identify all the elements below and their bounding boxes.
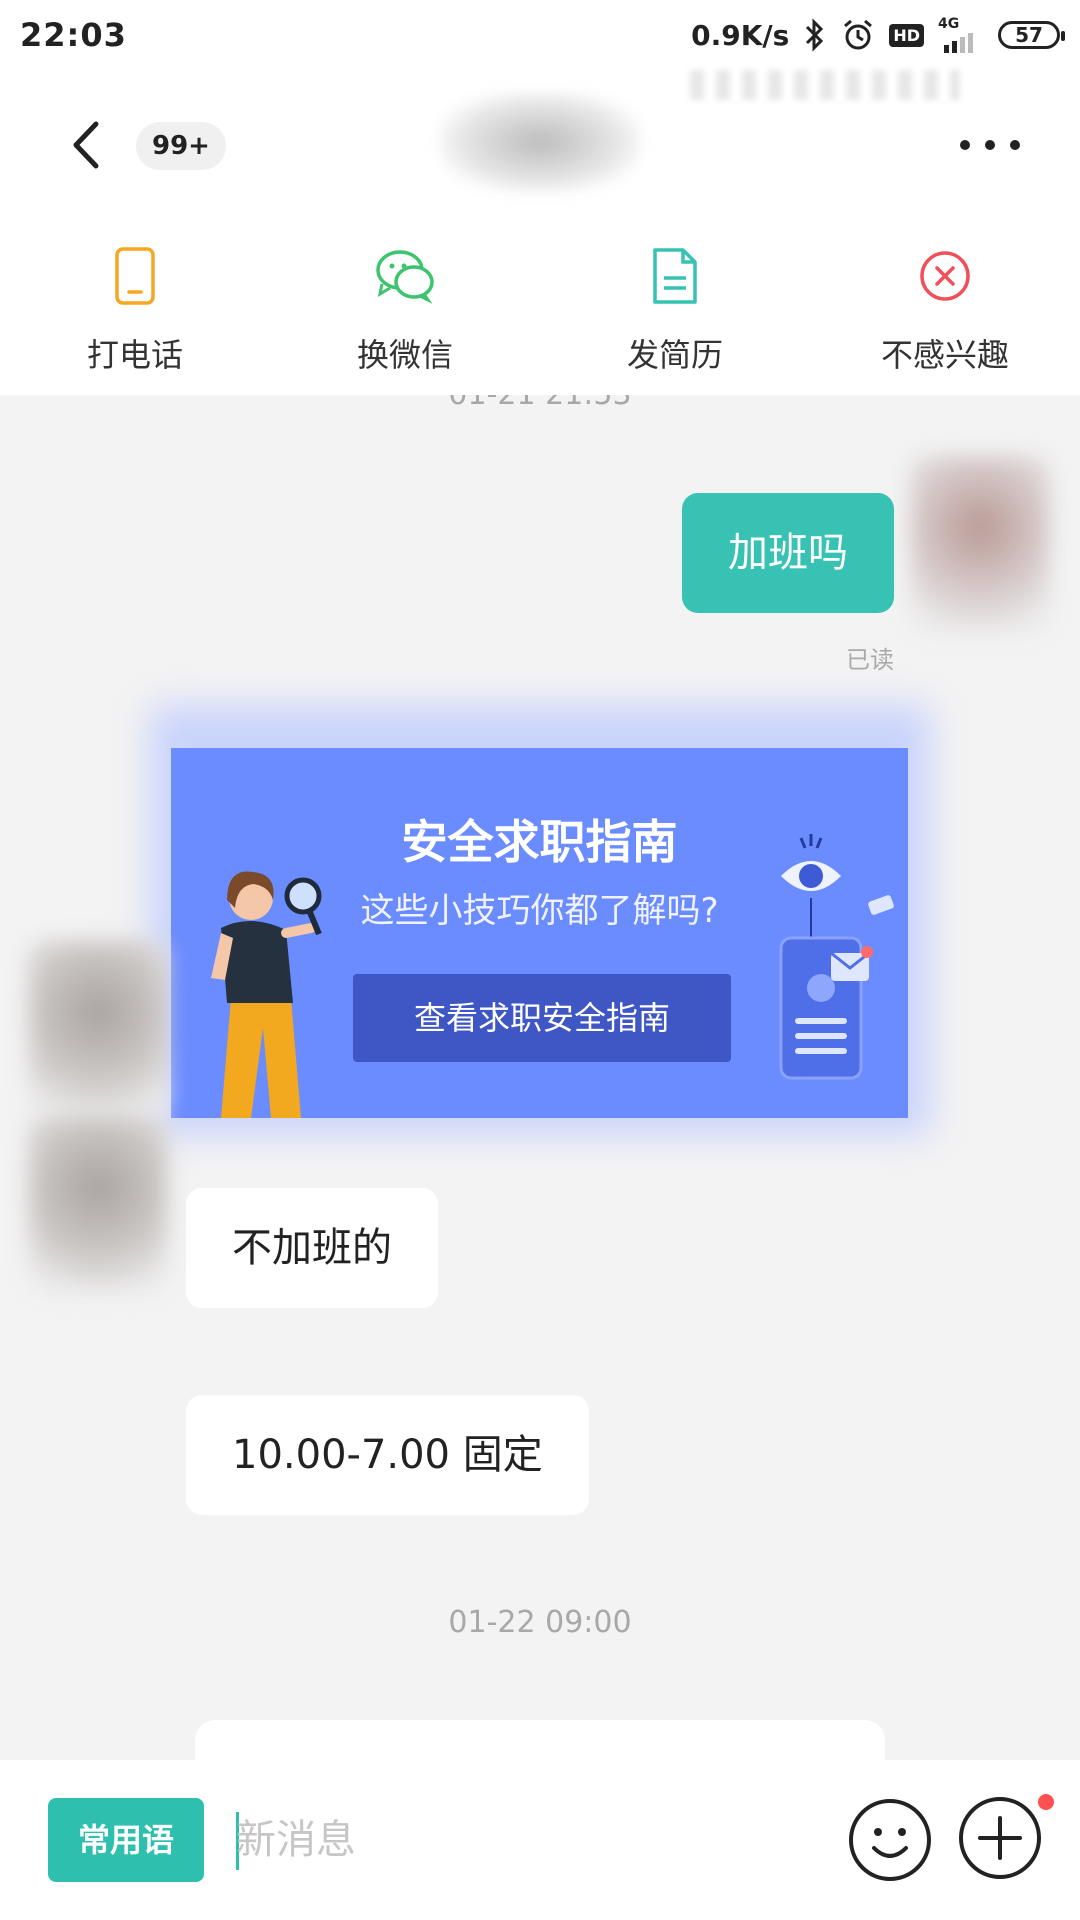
more-dots-icon (960, 140, 970, 150)
sent-message-bubble[interactable]: 加班吗 (682, 493, 894, 613)
signal-icon: 4G (938, 17, 984, 53)
hd-badge: HD (889, 23, 924, 47)
more-options-button[interactable] (958, 1796, 1042, 1880)
net-speed: 0.9K/s (691, 18, 790, 52)
phone-icon (103, 244, 167, 308)
wechat-icon (373, 244, 437, 308)
resume-action[interactable]: 发简历 (540, 220, 810, 395)
contact-avatar[interactable] (28, 1115, 168, 1295)
more-button[interactable] (960, 130, 1020, 160)
back-button[interactable] (60, 120, 110, 170)
timestamp: 01-22 09:00 (448, 1605, 632, 1640)
smile-icon (849, 1799, 931, 1881)
message-input[interactable] (236, 1790, 796, 1890)
status-indicators: 0.9K/s HD 4G 57 (691, 17, 1065, 53)
chat-header: 99+ (0, 70, 1080, 220)
call-action[interactable]: 打电话 (0, 220, 270, 395)
received-message-bubble[interactable]: 10.00-7.00 固定 (186, 1395, 589, 1515)
partial-message-bubble (195, 1720, 885, 1760)
status-bar: 22:03 0.9K/s HD 4G 57 (0, 0, 1080, 70)
quick-actions: 打电话 换微信 发简历 不感兴趣 (0, 220, 1080, 395)
alarm-icon (841, 18, 875, 52)
resume-label: 发简历 (626, 336, 723, 374)
emoji-button[interactable] (848, 1798, 932, 1882)
safety-guide-card[interactable]: 安全求职指南 这些小技巧你都了解吗? 查看求职安全指南 (171, 748, 908, 1118)
read-status: 已读 (846, 646, 894, 674)
person-illustration (211, 871, 322, 1118)
contact-info-blurred (690, 70, 960, 100)
security-eye-illustration (779, 834, 894, 1080)
battery-icon: 57 (998, 21, 1065, 49)
timestamp: 01-21 21:53 (0, 395, 1080, 412)
call-label: 打电话 (86, 336, 183, 374)
network-type: 4G (938, 16, 960, 32)
contact-name-blurred (440, 92, 640, 192)
wechat-action[interactable]: 换微信 (270, 220, 540, 395)
wechat-label: 换微信 (356, 336, 453, 374)
plus-icon (959, 1797, 1041, 1879)
input-bar: 常用语 (0, 1760, 1080, 1920)
chevron-left-icon (73, 121, 99, 169)
not-interested-label: 不感兴趣 (880, 336, 1009, 374)
my-avatar[interactable] (910, 455, 1050, 635)
unread-badge[interactable]: 99+ (136, 122, 226, 170)
received-message-bubble[interactable]: 不加班的 (186, 1188, 438, 1308)
close-circle-icon (913, 244, 977, 308)
notification-dot (1038, 1794, 1054, 1810)
bluetooth-icon (803, 18, 827, 52)
contact-avatar[interactable] (28, 940, 168, 1120)
not-interested-action[interactable]: 不感兴趣 (810, 220, 1080, 395)
quick-phrases-button[interactable]: 常用语 (48, 1798, 204, 1882)
view-safety-guide-button[interactable]: 查看求职安全指南 (353, 974, 731, 1062)
status-time: 22:03 (20, 16, 127, 54)
resume-icon (643, 244, 707, 308)
battery-level: 57 (1015, 23, 1043, 47)
chat-area[interactable]: 01-21 21:53 加班吗 已读 安全求职指南 这些小技巧你都了解吗? 查看… (0, 395, 1080, 1760)
